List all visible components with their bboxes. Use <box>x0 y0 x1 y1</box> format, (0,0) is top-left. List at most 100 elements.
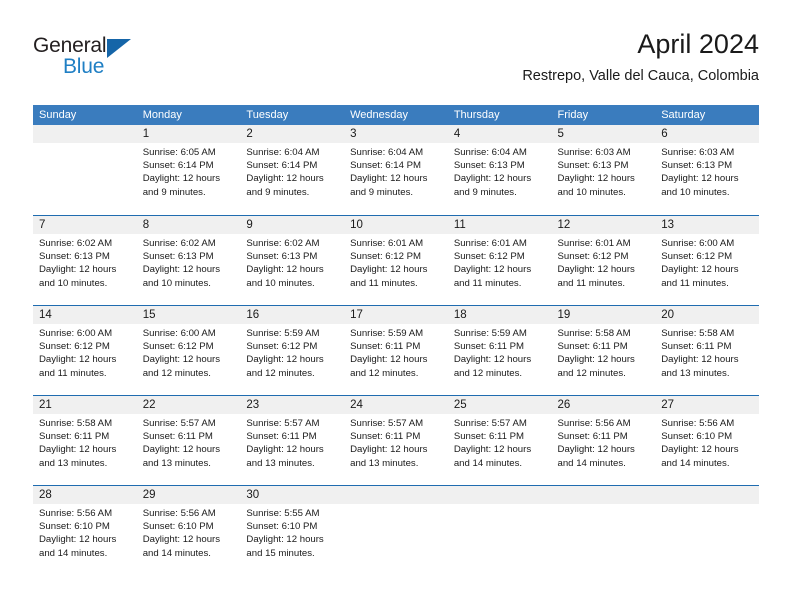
day-number: 21 <box>33 396 137 414</box>
day-cell[interactable]: 10 Sunrise: 6:01 AM Sunset: 6:12 PM Dayl… <box>344 216 448 305</box>
day-details: Sunrise: 5:55 AM Sunset: 6:10 PM Dayligh… <box>240 504 344 560</box>
day-cell[interactable]: 14 Sunrise: 6:00 AM Sunset: 6:12 PM Dayl… <box>33 306 137 395</box>
triangle-icon <box>107 39 131 58</box>
day-cell[interactable]: 12 Sunrise: 6:01 AM Sunset: 6:12 PM Dayl… <box>551 216 656 305</box>
sunset-text: Sunset: 6:13 PM <box>453 160 525 172</box>
day-cell[interactable]: 24 Sunrise: 5:57 AM Sunset: 6:11 PM Dayl… <box>344 396 448 485</box>
day-cell[interactable] <box>344 486 448 573</box>
day-details <box>552 504 656 507</box>
daylight-text-line2: and 14 minutes. <box>142 547 211 559</box>
daylight-text-line2: and 11 minutes. <box>453 277 522 289</box>
day-details: Sunrise: 5:56 AM Sunset: 6:10 PM Dayligh… <box>33 504 137 560</box>
daylight-text-line2: and 13 minutes. <box>661 367 730 379</box>
day-cell[interactable]: 1 Sunrise: 6:05 AM Sunset: 6:14 PM Dayli… <box>136 125 241 215</box>
day-cell[interactable]: 30 Sunrise: 5:55 AM Sunset: 6:10 PM Dayl… <box>240 486 345 573</box>
sunset-text: Sunset: 6:11 PM <box>39 431 110 443</box>
sunset-text: Sunset: 6:12 PM <box>246 341 318 353</box>
day-details: Sunrise: 5:58 AM Sunset: 6:11 PM Dayligh… <box>655 324 759 380</box>
sunrise-text: Sunrise: 5:57 AM <box>246 418 320 429</box>
day-cell[interactable]: 17 Sunrise: 5:59 AM Sunset: 6:11 PM Dayl… <box>344 306 448 395</box>
day-number: 9 <box>240 216 345 234</box>
day-cell[interactable]: 27 Sunrise: 5:56 AM Sunset: 6:10 PM Dayl… <box>655 396 759 485</box>
sunset-text: Sunset: 6:12 PM <box>453 251 525 263</box>
day-cell[interactable]: 9 Sunrise: 6:02 AM Sunset: 6:13 PM Dayli… <box>240 216 345 305</box>
daylight-text-line1: Daylight: 12 hours <box>246 354 324 366</box>
sunset-text: Sunset: 6:10 PM <box>246 521 318 533</box>
day-cell[interactable]: 5 Sunrise: 6:03 AM Sunset: 6:13 PM Dayli… <box>551 125 656 215</box>
day-cell[interactable] <box>33 125 137 215</box>
general-blue-logo: General Blue <box>33 34 233 86</box>
day-cell[interactable] <box>551 486 656 573</box>
day-cell[interactable]: 7 Sunrise: 6:02 AM Sunset: 6:13 PM Dayli… <box>33 216 137 305</box>
daylight-text-line2: and 13 minutes. <box>246 457 315 469</box>
day-number: 16 <box>240 306 345 324</box>
sunrise-text: Sunrise: 5:56 AM <box>142 508 216 519</box>
daylight-text-line2: and 11 minutes. <box>350 277 418 289</box>
daylight-text-line1: Daylight: 12 hours <box>39 354 117 366</box>
day-cell[interactable]: 3 Sunrise: 6:04 AM Sunset: 6:14 PM Dayli… <box>344 125 448 215</box>
daylight-text-line1: Daylight: 12 hours <box>453 444 532 456</box>
day-details: Sunrise: 6:01 AM Sunset: 6:12 PM Dayligh… <box>552 234 656 290</box>
day-cell[interactable]: 15 Sunrise: 6:00 AM Sunset: 6:12 PM Dayl… <box>136 306 241 395</box>
sunset-text: Sunset: 6:14 PM <box>246 160 318 172</box>
day-number: 26 <box>551 396 656 414</box>
daylight-text-line1: Daylight: 12 hours <box>453 354 532 366</box>
day-number <box>655 486 759 504</box>
weekday-header-sunday: Sunday <box>39 109 77 121</box>
day-cell[interactable]: 8 Sunrise: 6:02 AM Sunset: 6:13 PM Dayli… <box>136 216 241 305</box>
sunset-text: Sunset: 6:11 PM <box>350 341 421 353</box>
day-cell[interactable]: 13 Sunrise: 6:00 AM Sunset: 6:12 PM Dayl… <box>655 216 759 305</box>
day-cell[interactable]: 11 Sunrise: 6:01 AM Sunset: 6:12 PM Dayl… <box>447 216 552 305</box>
day-details: Sunrise: 6:02 AM Sunset: 6:13 PM Dayligh… <box>33 234 137 290</box>
daylight-text-line1: Daylight: 12 hours <box>557 354 635 366</box>
sunrise-text: Sunrise: 6:02 AM <box>142 238 216 249</box>
day-number: 14 <box>33 306 137 324</box>
day-cell[interactable]: 29 Sunrise: 5:56 AM Sunset: 6:10 PM Dayl… <box>136 486 241 573</box>
weekday-header-tuesday: Tuesday <box>246 109 289 121</box>
sunset-text: Sunset: 6:13 PM <box>142 251 214 263</box>
sunset-text: Sunset: 6:13 PM <box>557 160 629 172</box>
day-number: 22 <box>136 396 241 414</box>
day-cell[interactable]: 28 Sunrise: 5:56 AM Sunset: 6:10 PM Dayl… <box>33 486 137 573</box>
day-cell[interactable] <box>447 486 552 573</box>
day-details: Sunrise: 5:59 AM Sunset: 6:11 PM Dayligh… <box>344 324 448 380</box>
day-cell[interactable]: 16 Sunrise: 5:59 AM Sunset: 6:12 PM Dayl… <box>240 306 345 395</box>
sunset-text: Sunset: 6:10 PM <box>39 521 110 533</box>
sunset-text: Sunset: 6:13 PM <box>246 251 318 263</box>
day-cell[interactable]: 4 Sunrise: 6:04 AM Sunset: 6:13 PM Dayli… <box>447 125 552 215</box>
sunset-text: Sunset: 6:12 PM <box>39 341 110 353</box>
day-cell[interactable]: 20 Sunrise: 5:58 AM Sunset: 6:11 PM Dayl… <box>655 306 759 395</box>
day-details: Sunrise: 6:02 AM Sunset: 6:13 PM Dayligh… <box>137 234 241 290</box>
day-details: Sunrise: 6:03 AM Sunset: 6:13 PM Dayligh… <box>655 143 759 199</box>
day-cell[interactable]: 23 Sunrise: 5:57 AM Sunset: 6:11 PM Dayl… <box>240 396 345 485</box>
sunrise-text: Sunrise: 5:56 AM <box>661 418 735 429</box>
daylight-text-line2: and 10 minutes. <box>246 277 315 289</box>
daylight-text-line1: Daylight: 12 hours <box>350 264 428 276</box>
day-cell[interactable]: 25 Sunrise: 5:57 AM Sunset: 6:11 PM Dayl… <box>447 396 552 485</box>
day-number: 5 <box>551 125 656 143</box>
weekday-header-thursday: Thursday <box>453 109 500 121</box>
daylight-text-line1: Daylight: 12 hours <box>39 444 117 456</box>
day-details: Sunrise: 5:58 AM Sunset: 6:11 PM Dayligh… <box>552 324 656 380</box>
day-cell[interactable]: 22 Sunrise: 5:57 AM Sunset: 6:11 PM Dayl… <box>136 396 241 485</box>
daylight-text-line2: and 11 minutes. <box>661 277 729 289</box>
day-cell[interactable] <box>655 486 759 573</box>
daylight-text-line1: Daylight: 12 hours <box>246 444 324 456</box>
day-cell[interactable]: 21 Sunrise: 5:58 AM Sunset: 6:11 PM Dayl… <box>33 396 137 485</box>
day-number: 28 <box>33 486 137 504</box>
day-cell[interactable]: 18 Sunrise: 5:59 AM Sunset: 6:11 PM Dayl… <box>447 306 552 395</box>
week-row: 28 Sunrise: 5:56 AM Sunset: 6:10 PM Dayl… <box>33 485 759 573</box>
day-cell[interactable]: 26 Sunrise: 5:56 AM Sunset: 6:11 PM Dayl… <box>551 396 656 485</box>
day-details: Sunrise: 6:01 AM Sunset: 6:12 PM Dayligh… <box>344 234 448 290</box>
day-cell[interactable]: 2 Sunrise: 6:04 AM Sunset: 6:14 PM Dayli… <box>240 125 345 215</box>
day-number: 24 <box>344 396 448 414</box>
daylight-text-line1: Daylight: 12 hours <box>39 264 117 276</box>
daylight-text-line1: Daylight: 12 hours <box>246 264 324 276</box>
week-row: 7 Sunrise: 6:02 AM Sunset: 6:13 PM Dayli… <box>33 215 759 305</box>
day-details: Sunrise: 6:02 AM Sunset: 6:13 PM Dayligh… <box>240 234 344 290</box>
day-number: 30 <box>240 486 345 504</box>
day-cell[interactable]: 6 Sunrise: 6:03 AM Sunset: 6:13 PM Dayli… <box>655 125 759 215</box>
day-cell[interactable]: 19 Sunrise: 5:58 AM Sunset: 6:11 PM Dayl… <box>551 306 656 395</box>
day-details <box>448 504 552 507</box>
sunrise-text: Sunrise: 5:58 AM <box>661 328 735 339</box>
